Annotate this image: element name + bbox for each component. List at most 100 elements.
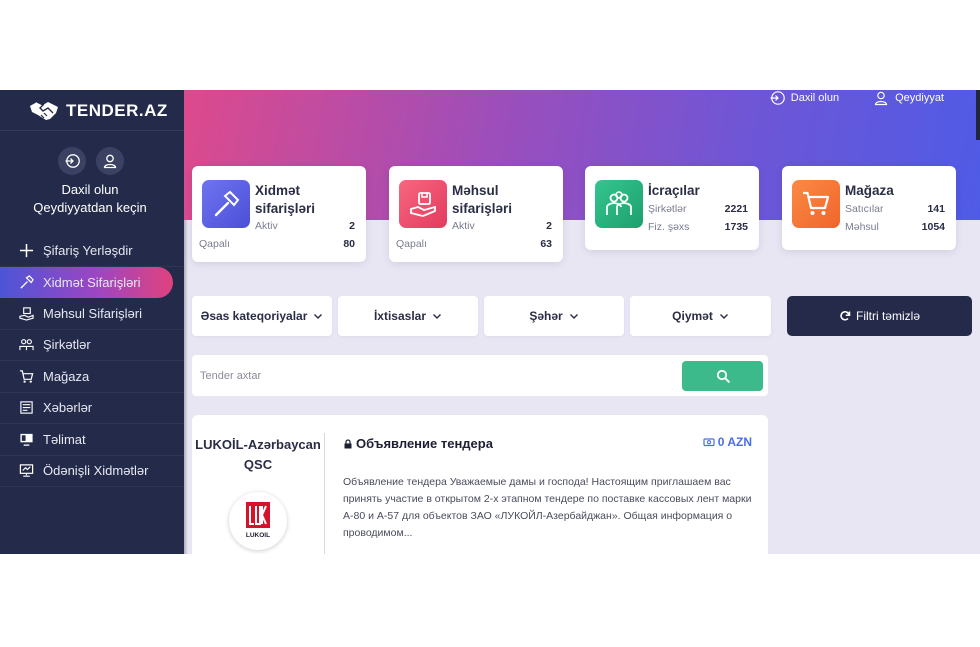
chevron-down-icon bbox=[569, 314, 578, 319]
sidebar-item-label: Ödənişli Xidmətlər bbox=[43, 463, 149, 479]
card-row-value: 1735 bbox=[724, 221, 748, 233]
tender-description: Объявление тендера Уважаемые дамы и госп… bbox=[343, 476, 752, 539]
card-row-label: Aktiv bbox=[255, 220, 278, 232]
screen-icon bbox=[18, 431, 34, 447]
top-register-link[interactable]: Qeydiyyat bbox=[873, 90, 944, 106]
lock-icon bbox=[344, 438, 352, 448]
specialty-filter-dropdown[interactable]: İxtisaslar bbox=[338, 296, 478, 336]
filter-label: İxtisaslar bbox=[373, 309, 427, 323]
clear-filter-label: Filtri təmizlə bbox=[855, 309, 920, 323]
chevron-down-icon bbox=[314, 314, 323, 319]
search-button[interactable] bbox=[682, 361, 763, 391]
cart-icon bbox=[18, 368, 34, 384]
tender-title[interactable]: Объявление тендера bbox=[343, 436, 493, 451]
card-row: Qapalı 80 bbox=[199, 238, 355, 250]
logo-text: LUKOIL bbox=[246, 532, 270, 539]
top-auth-bar: Daxil olun Qeydiyyat bbox=[769, 90, 944, 106]
lukoil-logo: LUKOIL bbox=[246, 502, 270, 539]
user-icon bbox=[103, 154, 117, 169]
sidebar-nav: Şifariş Yerləşdir Xidmət Sifarişləri Məh… bbox=[0, 235, 184, 487]
card-badge bbox=[399, 180, 447, 228]
monitor-icon bbox=[18, 463, 34, 479]
register-link[interactable]: Qeydiyyatdan keçin bbox=[0, 199, 180, 217]
money-icon bbox=[703, 438, 715, 447]
filter-label: Qiymət bbox=[672, 309, 713, 323]
card-row: Aktiv 2 bbox=[255, 220, 355, 232]
clear-filter-button[interactable]: Filtri təmizlə bbox=[787, 296, 972, 336]
user-icon bbox=[874, 91, 888, 106]
tender-card[interactable]: LUKOİL-Azərbaycan QSC LUKOIL Объявление … bbox=[192, 415, 768, 554]
register-icon-button[interactable] bbox=[96, 147, 124, 175]
search-bar bbox=[192, 355, 768, 396]
tender-divider bbox=[324, 433, 325, 554]
chevron-down-icon bbox=[719, 314, 728, 319]
sidebar-item-label: Xəbərlər bbox=[43, 400, 93, 416]
sidebar-item-label: Şirkətlər bbox=[43, 337, 91, 353]
sidebar-item-shop[interactable]: Mağaza bbox=[0, 361, 184, 393]
sidebar-item-place-order[interactable]: Şifariş Yerləşdir bbox=[0, 235, 184, 267]
card-row-label: Qapalı bbox=[396, 238, 427, 250]
stat-card-contractors[interactable]: İcraçılar Şirkətlər 2221 Fiz. şəxs 1735 bbox=[585, 166, 759, 250]
card-title: Xidmət sifarişləri bbox=[255, 183, 316, 216]
sidebar-item-product-orders[interactable]: Məhsul Sifarişləri bbox=[0, 298, 184, 330]
tender-price: 0 AZN bbox=[703, 435, 752, 449]
brand-logo[interactable]: TENDER.AZ bbox=[28, 100, 168, 122]
card-row-label: Məhsul bbox=[845, 221, 879, 233]
tender-price-value: 0 AZN bbox=[717, 435, 752, 449]
card-title: İcraçılar bbox=[648, 183, 700, 198]
login-icon bbox=[770, 91, 785, 105]
card-row: Məhsul 1054 bbox=[845, 221, 945, 233]
card-row-value: 2 bbox=[546, 220, 552, 232]
sidebar-item-label: Məhsul Sifarişləri bbox=[43, 305, 142, 321]
card-row-value: 80 bbox=[343, 238, 355, 250]
top-login-link[interactable]: Daxil olun bbox=[769, 90, 839, 106]
card-badge bbox=[792, 180, 840, 228]
sidebar-item-paid-services[interactable]: Ödənişli Xidmətlər bbox=[0, 456, 184, 487]
card-row-label: Qapalı bbox=[199, 238, 230, 250]
hand-box-icon bbox=[410, 192, 436, 217]
people-icon bbox=[18, 337, 34, 353]
sidebar: TENDER.AZ Daxil olun Qeydiyyatdan keçin bbox=[0, 90, 188, 554]
sidebar-item-tutorial[interactable]: Təlimat bbox=[0, 424, 184, 456]
card-row: Qapalı 63 bbox=[396, 238, 552, 250]
card-badge bbox=[202, 180, 250, 228]
sidebar-item-label: Xidmət Sifarişləri bbox=[43, 274, 141, 290]
scrollbar[interactable] bbox=[976, 90, 980, 140]
hammer-icon bbox=[18, 274, 34, 290]
top-login-label: Daxil olun bbox=[790, 92, 840, 104]
card-badge bbox=[595, 180, 643, 228]
card-row-label: Aktiv bbox=[452, 220, 475, 232]
sidebar-item-service-orders[interactable]: Xidmət Sifarişləri bbox=[0, 266, 173, 298]
top-register-label: Qeydiyyat bbox=[895, 92, 944, 104]
company-logo[interactable]: LUKOIL bbox=[229, 492, 287, 550]
card-row-label: Satıcılar bbox=[845, 203, 884, 215]
card-row-value: 2221 bbox=[724, 203, 748, 215]
sidebar-item-label: Təlimat bbox=[43, 431, 86, 447]
sidebar-item-news[interactable]: Xəbərlər bbox=[0, 393, 184, 424]
stat-card-product-orders[interactable]: Məhsul sifarişləri Aktiv 2 Qapalı 63 bbox=[389, 166, 563, 262]
card-row: Satıcılar 141 bbox=[845, 203, 945, 215]
people-icon bbox=[606, 191, 632, 215]
filter-label: Əsas kateqoriyalar bbox=[200, 309, 308, 323]
search-input[interactable] bbox=[192, 355, 672, 396]
sidebar-item-companies[interactable]: Şirkətlər bbox=[0, 330, 184, 361]
login-icon-button[interactable] bbox=[58, 147, 86, 175]
auth-icons bbox=[58, 147, 124, 175]
city-filter-dropdown[interactable]: Şəhər bbox=[484, 296, 624, 336]
card-row-label: Şirkətlər bbox=[648, 203, 687, 215]
login-link[interactable]: Daxil olun bbox=[0, 181, 180, 199]
card-title: Məhsul sifarişləri bbox=[452, 183, 513, 216]
company-name[interactable]: LUKOİL-Azərbaycan QSC bbox=[192, 435, 324, 475]
card-row: Şirkətlər 2221 bbox=[648, 203, 748, 215]
price-filter-dropdown[interactable]: Qiymət bbox=[630, 296, 771, 336]
sidebar-item-label: Mağaza bbox=[43, 368, 90, 384]
main-content: Daxil olun Qeydiyyat Xidmət sifarişləri … bbox=[184, 90, 980, 554]
card-title: Mağaza bbox=[845, 183, 894, 198]
category-filter-dropdown[interactable]: Əsas kateqoriyalar bbox=[192, 296, 332, 336]
brand-name: TENDER.AZ bbox=[66, 101, 168, 120]
stat-card-shop[interactable]: Mağaza Satıcılar 141 Məhsul 1054 bbox=[782, 166, 956, 250]
auth-links: Daxil olun Qeydiyyatdan keçin bbox=[0, 181, 180, 217]
hand-box-icon bbox=[18, 305, 34, 321]
stat-card-service-orders[interactable]: Xidmət sifarişləri Aktiv 2 Qapalı 80 bbox=[192, 166, 366, 262]
newspaper-icon bbox=[18, 400, 34, 416]
